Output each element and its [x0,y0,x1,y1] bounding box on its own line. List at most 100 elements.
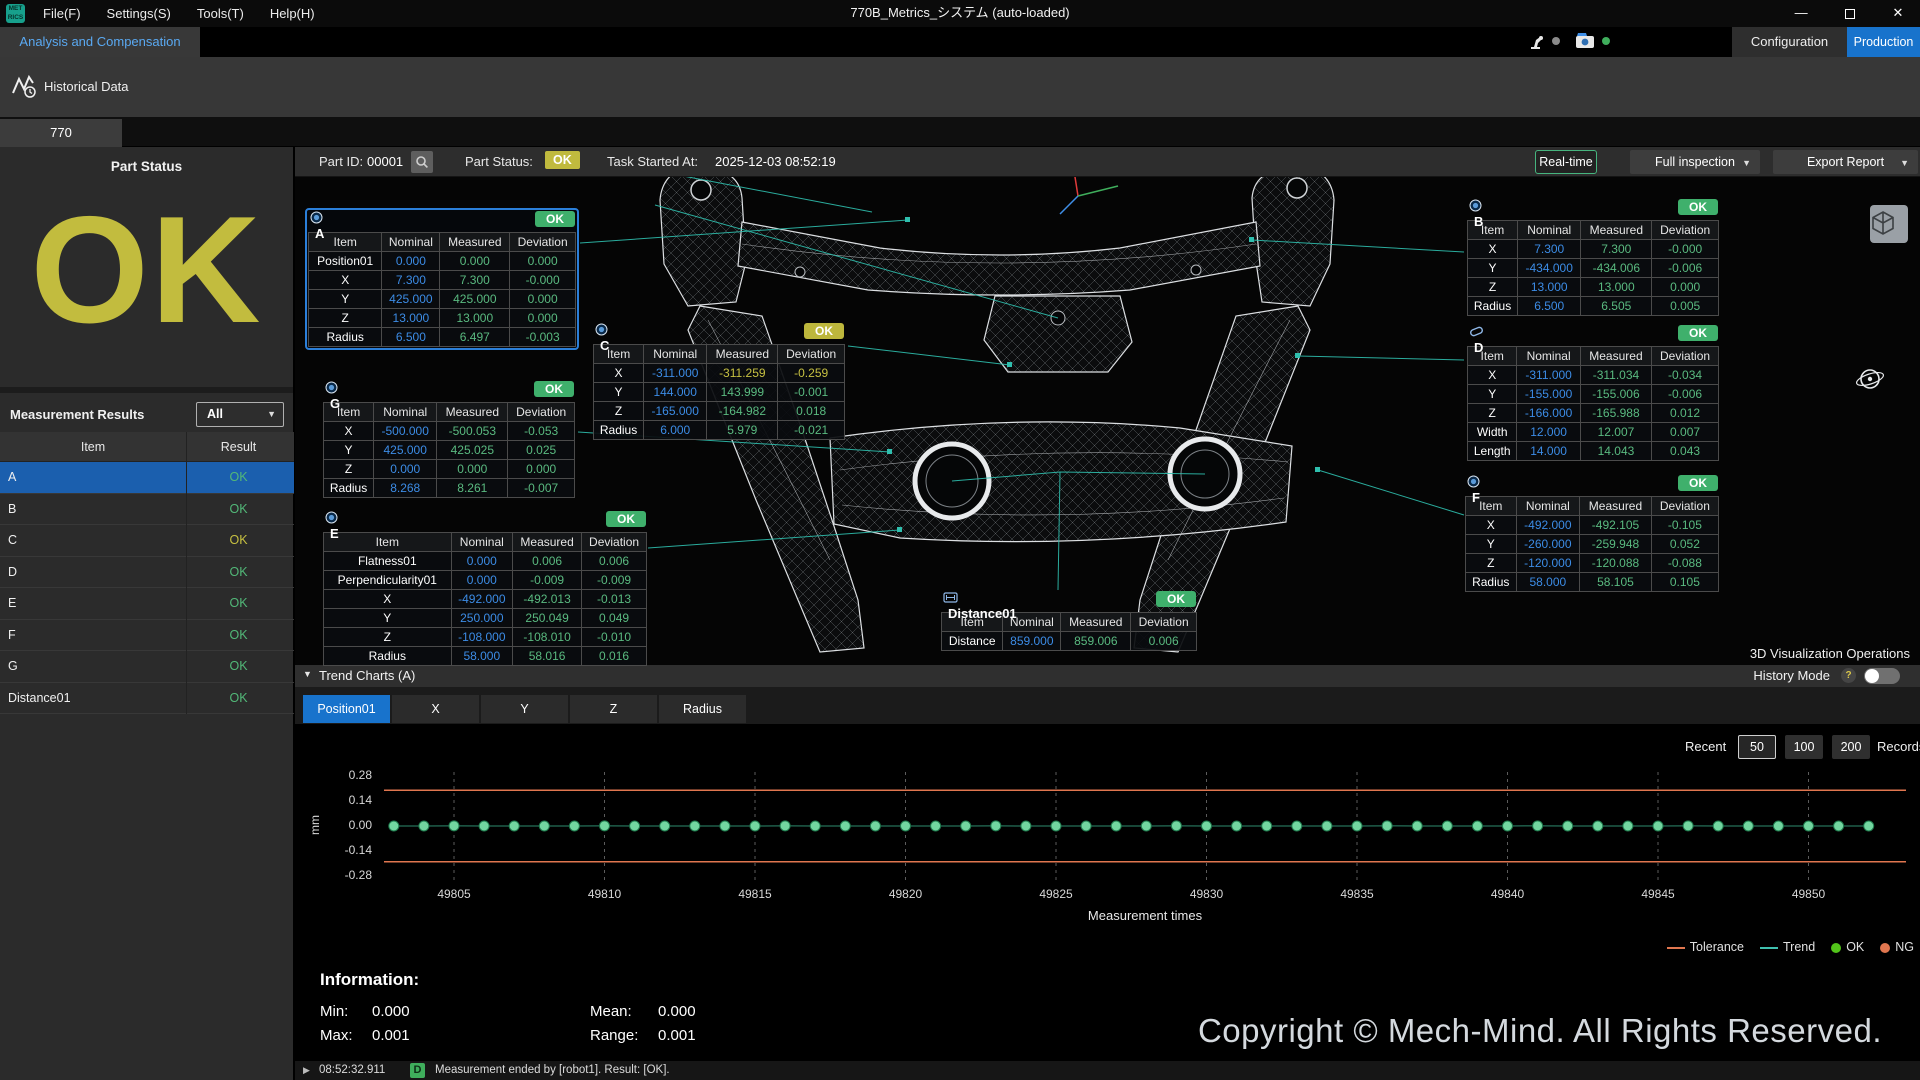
feature-measured-cell: 0.006 [513,552,582,571]
part-status-field-label: Part Status: [465,154,533,169]
realtime-button[interactable]: Real-time [1535,150,1597,174]
data-point [449,821,459,831]
close-icon[interactable]: ✕ [1876,0,1920,27]
maximize-icon[interactable] [1828,0,1872,27]
result-row-C[interactable]: COK [0,525,294,557]
feature-table-E[interactable]: EOKItemNominalMeasuredDeviationFlatness0… [320,508,650,669]
menu-item-settings[interactable]: Settings(S) [94,0,184,27]
result-row-Distance01[interactable]: Distance01OK [0,683,294,715]
feature-table-grid: ItemNominalMeasuredDeviationX-311.000-31… [593,344,845,440]
data-point [690,821,700,831]
feature-measured-cell: -0.009 [513,571,582,590]
tab-770[interactable]: 770 [0,119,122,147]
feature-row-X: X-492.000-492.105-0.105 [1466,516,1719,535]
export-report-dropdown[interactable]: Export Report▼ [1773,150,1918,174]
data-point [810,821,820,831]
inspection-mode-value: Full inspection [1655,155,1735,169]
minimize-icon[interactable]: — [1779,0,1823,27]
legend-label: Trend [1783,940,1815,954]
camera-status-icon [1574,31,1598,51]
legend-item-ok: OK [1831,940,1864,954]
orbit-view-button[interactable] [1854,359,1896,401]
feature-item-cell: Y [324,609,452,628]
feature-col-deviation: Deviation [582,533,647,552]
feature-nominal-cell: 7.300 [382,271,440,290]
feature-deviation-cell: -0.006 [1652,385,1719,404]
feature-row-Z: Z13.00013.0000.000 [309,309,576,328]
feature-col-measured: Measured [440,233,510,252]
result-row-result: OK [186,525,290,557]
feature-table-F[interactable]: FOKItemNominalMeasuredDeviationX-492.000… [1462,472,1722,595]
feature-measured-cell: 8.261 [437,479,508,498]
feature-table-C[interactable]: COKItemNominalMeasuredDeviationX-311.000… [590,320,848,443]
trend-tab-position01[interactable]: Position01 [303,695,390,723]
configuration-button[interactable]: Configuration [1732,27,1847,57]
feature-col-deviation: Deviation [510,233,576,252]
feature-deviation-cell: 0.007 [1652,423,1719,442]
feature-col-measured: Measured [513,533,582,552]
result-row-G[interactable]: GOK [0,651,294,683]
data-point [1563,821,1573,831]
feature-row-Flatness01: Flatness010.0000.0060.006 [324,552,647,571]
result-row-D[interactable]: DOK [0,557,294,589]
recent-200-button[interactable]: 200 [1832,735,1870,759]
menu-item-file[interactable]: File(F) [30,0,94,27]
feature-nominal-cell: -108.000 [451,628,512,647]
legend-item-tolerance: Tolerance [1667,940,1744,954]
result-row-A[interactable]: AOK [0,462,294,494]
feature-table-D[interactable]: DOKItemNominalMeasuredDeviationX-311.000… [1464,322,1722,464]
feature-measured-cell: -311.259 [707,364,778,383]
reset-view-cube-button[interactable] [1870,205,1908,243]
feature-col-deviation: Deviation [778,345,845,364]
data-point [1171,821,1181,831]
collapse-triangle-icon[interactable]: ▼ [303,669,312,679]
data-point [1111,821,1121,831]
results-table-header: ItemResult [0,432,294,462]
inspection-mode-dropdown[interactable]: Full inspection▼ [1630,150,1760,174]
feature-measured-cell: -120.088 [1580,554,1652,573]
feature-status-badge: OK [1678,475,1718,491]
help-icon[interactable]: ? [1841,668,1856,683]
feature-nominal-cell: -120.000 [1516,554,1580,573]
feature-table-grid: ItemNominalMeasuredDeviationFlatness010.… [323,532,647,666]
trend-tab-x[interactable]: X [392,695,479,723]
feature-table-A[interactable]: AOKItemNominalMeasuredDeviationPosition0… [305,208,579,350]
expand-log-icon[interactable]: ▶ [303,1065,310,1076]
feature-col-measured: Measured [1580,347,1651,366]
menu-item-help[interactable]: Help(H) [257,0,328,27]
data-point [1593,821,1603,831]
history-mode-label: History Mode [1753,668,1830,683]
feature-measured-cell: 58.105 [1580,573,1652,592]
tab-analysis-and-compensation[interactable]: Analysis and Compensation [0,27,200,57]
feature-measured-cell: -164.982 [707,402,778,421]
trend-tab-z[interactable]: Z [570,695,657,723]
feature-deviation-cell: -0.009 [582,571,647,590]
feature-item-cell: Flatness01 [324,552,452,571]
x-tick-label: 49815 [738,887,772,901]
result-row-E[interactable]: EOK [0,588,294,620]
feature-table-B[interactable]: BOKItemNominalMeasuredDeviationX7.3007.3… [1464,196,1722,319]
feature-row-Y: Y250.000250.0490.049 [324,609,647,628]
feature-deviation-cell: 0.000 [508,460,575,479]
feature-deviation-cell: -0.007 [508,479,575,498]
result-row-B[interactable]: BOK [0,494,294,526]
feature-table-G[interactable]: GOKItemNominalMeasuredDeviationX-500.000… [320,378,578,501]
trend-tab-y[interactable]: Y [481,695,568,723]
historical-data-label[interactable]: Historical Data [44,79,129,94]
result-row-F[interactable]: FOK [0,620,294,652]
feature-deviation-cell: -0.006 [1652,259,1719,278]
search-icon[interactable] [411,151,433,173]
recent-100-button[interactable]: 100 [1785,735,1823,759]
part-status-badge: OK [545,151,580,169]
feature-table-Distance01[interactable]: Distance01OKItemNominalMeasuredDeviation… [938,588,1200,654]
trend-tab-radius[interactable]: Radius [659,695,746,723]
results-filter-dropdown[interactable]: All ▼ [196,402,284,427]
viz-operations-label[interactable]: 3D Visualization Operations [1750,646,1910,661]
production-button[interactable]: Production [1847,27,1920,57]
recent-50-button[interactable]: 50 [1738,735,1776,759]
range-value: 0.001 [658,1027,696,1044]
feature-table-title: DOK [1467,325,1719,346]
menu-item-tools[interactable]: Tools(T) [184,0,257,27]
data-point [1442,821,1452,831]
history-mode-toggle[interactable] [1864,668,1900,684]
